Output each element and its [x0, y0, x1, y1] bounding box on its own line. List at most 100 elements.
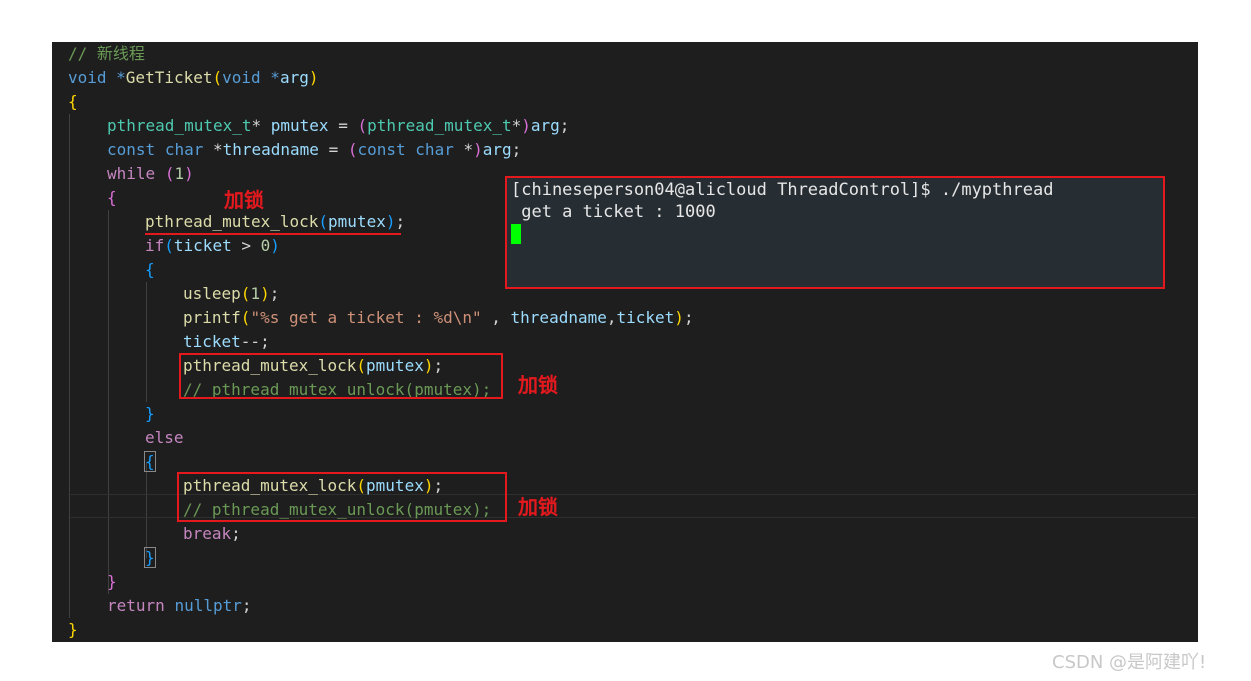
- bracket: }: [145, 404, 155, 423]
- code-line-while-open[interactable]: {: [107, 186, 117, 210]
- variable: pmutex: [328, 212, 386, 231]
- punct: ;: [269, 284, 280, 303]
- number: 1: [174, 164, 185, 183]
- indent-guide: [108, 210, 109, 594]
- watermark: CSDN @是阿建吖!: [1052, 652, 1207, 673]
- variable: ticket: [616, 308, 675, 327]
- type-name: pthread_mutex_t: [367, 116, 512, 135]
- keyword: break: [183, 524, 232, 543]
- function-name: pthread_mutex_lock: [145, 212, 319, 231]
- bracket: (: [240, 284, 251, 303]
- function-name: usleep: [183, 284, 241, 303]
- code-line-break[interactable]: break;: [183, 522, 241, 546]
- operator: >: [231, 236, 261, 255]
- variable: arg: [482, 140, 512, 159]
- variable: ticket: [183, 332, 241, 351]
- code-line-usleep[interactable]: usleep(1);: [183, 282, 279, 306]
- bracket: }: [144, 547, 156, 568]
- punct: ;: [395, 212, 406, 231]
- punct: ;: [683, 308, 694, 327]
- comment-text: // 新线程: [68, 44, 145, 63]
- underline-lock-1: [145, 233, 401, 235]
- code-line-else-open[interactable]: {: [144, 450, 156, 474]
- operator: *: [251, 116, 271, 135]
- bracket: ): [521, 116, 531, 135]
- keyword: else: [145, 428, 184, 447]
- keyword: const: [107, 140, 156, 159]
- terminal-prompt-line: [chineseperson04@alicloud ThreadControl]…: [511, 180, 1054, 200]
- terminal-cursor: [511, 224, 521, 244]
- indent-guide: [146, 282, 147, 402]
- terminal-output-line: get a ticket : 1000: [511, 202, 716, 222]
- operator: *: [511, 116, 522, 135]
- keyword: void: [68, 68, 107, 87]
- function-name: GetTicket: [125, 68, 213, 87]
- bracket: {: [68, 92, 78, 111]
- keyword: char: [164, 140, 204, 159]
- string-literal: "%s get a ticket : %d\n": [250, 308, 482, 327]
- bracket: ): [270, 236, 280, 255]
- bracket: (: [240, 308, 251, 327]
- keyword: while: [107, 164, 156, 183]
- annotation-lock-label-2: 加锁: [518, 373, 558, 397]
- punct: ,: [606, 308, 617, 327]
- code-line-open-brace[interactable]: {: [68, 90, 78, 114]
- bracket: {: [107, 188, 117, 207]
- keyword: void: [222, 68, 261, 87]
- code-line-mutex-decl[interactable]: pthread_mutex_t* pmutex = (pthread_mutex…: [107, 114, 569, 138]
- bracket: {: [145, 260, 155, 279]
- code-line-if-open[interactable]: {: [145, 258, 155, 282]
- code-line-const[interactable]: const char *threadname = (const char *)a…: [107, 138, 521, 162]
- code-line-if[interactable]: if(ticket > 0): [145, 234, 280, 258]
- variable: ticket: [173, 236, 232, 255]
- bracket: (: [357, 116, 368, 135]
- punct: ;: [231, 524, 241, 543]
- code-line-while-close[interactable]: }: [107, 570, 117, 594]
- code-line-return[interactable]: return nullptr;: [107, 594, 252, 618]
- bracket: ): [308, 68, 319, 87]
- bracket: (: [212, 68, 223, 87]
- code-line-else-close[interactable]: }: [144, 546, 156, 570]
- highlight-box-lock-2: [179, 353, 503, 399]
- type-name: pthread_mutex_t: [107, 116, 252, 135]
- variable: threadname: [510, 308, 607, 327]
- bracket: {: [144, 451, 156, 472]
- code-line-else[interactable]: else: [145, 426, 184, 450]
- code-line-while[interactable]: while (1): [107, 162, 194, 186]
- code-line-lock-1[interactable]: pthread_mutex_lock(pmutex);: [145, 210, 405, 234]
- indent-guide: [69, 114, 70, 618]
- bracket: (: [318, 212, 329, 231]
- bracket: ): [674, 308, 684, 327]
- code-line-printf[interactable]: printf("%s get a ticket : %d\n" , thread…: [183, 306, 694, 330]
- highlight-box-lock-3: [177, 472, 507, 522]
- bracket: }: [68, 620, 78, 639]
- annotation-lock-label-1: 加锁: [224, 188, 264, 212]
- code-line-decrement[interactable]: ticket--;: [183, 330, 270, 354]
- operator: =: [328, 116, 358, 135]
- code-line-if-close[interactable]: }: [145, 402, 155, 426]
- operator: --;: [240, 332, 270, 351]
- bracket: (: [164, 236, 174, 255]
- punct: ;: [241, 596, 252, 615]
- keyword: char: [415, 140, 454, 159]
- code-line-close-brace[interactable]: }: [68, 618, 78, 642]
- code-editor[interactable]: // 新线程 void *GetTicket(void *arg) { pthr…: [52, 42, 1198, 642]
- function-name: printf: [183, 308, 241, 327]
- terminal-panel[interactable]: [chineseperson04@alicloud ThreadControl]…: [505, 176, 1165, 289]
- bracket: }: [107, 572, 117, 591]
- keyword: nullptr: [174, 596, 242, 615]
- number: 0: [260, 236, 271, 255]
- operator: *: [453, 140, 474, 159]
- code-line-signature[interactable]: void *GetTicket(void *arg): [68, 66, 318, 90]
- variable: threadname: [222, 140, 319, 159]
- variable: pmutex: [270, 116, 329, 135]
- bracket: (: [164, 164, 175, 183]
- bracket: ): [260, 284, 270, 303]
- keyword: const: [357, 140, 406, 159]
- punct: ;: [511, 140, 522, 159]
- code-line-comment[interactable]: // 新线程: [68, 42, 145, 66]
